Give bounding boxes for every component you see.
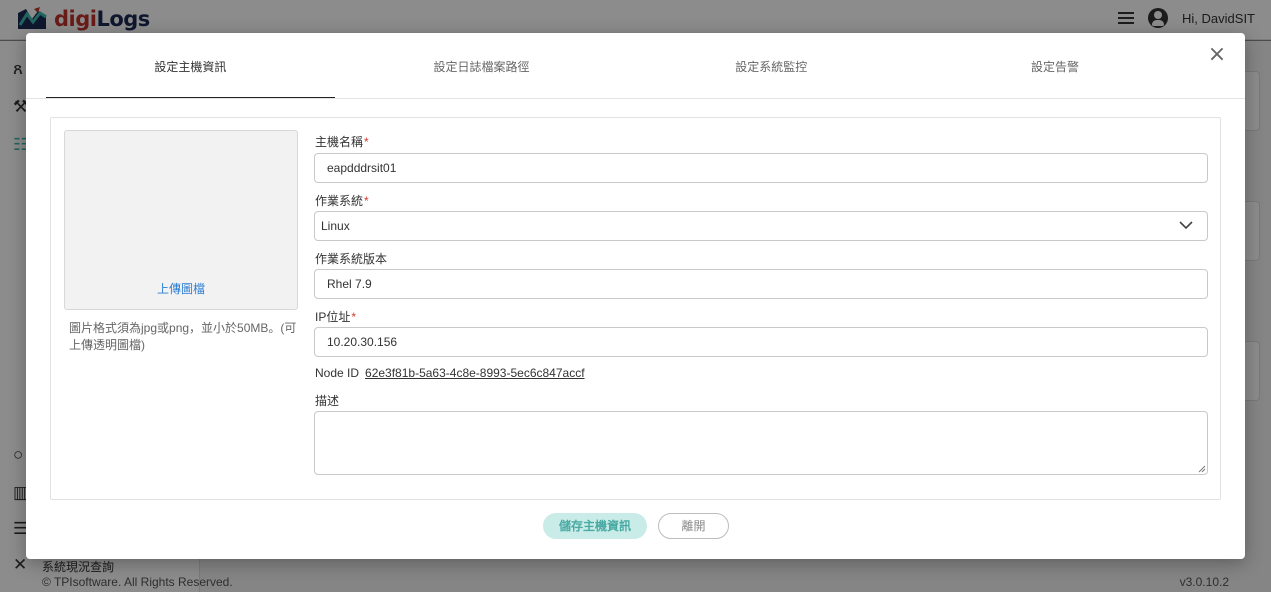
modal-tabs: 設定主機資訊 設定日誌檔案路徑 設定系統監控 設定告警 xyxy=(46,33,1196,99)
os-label: 作業系統* xyxy=(315,192,369,209)
ip-label-text: IP位址 xyxy=(315,310,351,324)
os-select-value: Linux xyxy=(321,219,350,233)
description-label: 描述 xyxy=(315,394,340,408)
os-label-text: 作業系統 xyxy=(315,194,364,208)
required-mark: * xyxy=(364,194,369,208)
ip-label: IP位址* xyxy=(315,308,356,325)
os-version-label: 作業系統版本 xyxy=(315,252,388,266)
tab-host-info[interactable]: 設定主機資訊 xyxy=(46,33,335,99)
save-host-info-button[interactable]: 儲存主機資訊 xyxy=(543,513,647,539)
resize-grip-icon[interactable] xyxy=(1198,465,1206,473)
description-textarea[interactable] xyxy=(314,411,1208,475)
required-mark: * xyxy=(364,135,369,149)
ip-address-input[interactable] xyxy=(314,327,1208,357)
tabs-divider xyxy=(26,98,1245,99)
hostname-label-text: 主機名稱 xyxy=(315,135,364,149)
os-select[interactable]: Linux xyxy=(314,211,1208,241)
hostname-label: 主機名稱* xyxy=(315,133,369,150)
node-id-row: Node ID 62e3f81b-5a63-4c8e-8993-5ec6c847a… xyxy=(315,366,585,380)
tab-alerts[interactable]: 設定告警 xyxy=(914,33,1196,98)
tab-log-file-path[interactable]: 設定日誌檔案路徑 xyxy=(335,33,629,98)
host-settings-modal: 設定主機資訊 設定日誌檔案路徑 設定系統監控 設定告警 × 上傳圖檔 圖片格式須… xyxy=(26,33,1245,559)
chevron-down-icon xyxy=(1179,221,1193,230)
upload-image-link[interactable]: 上傳圖檔 xyxy=(65,280,297,297)
host-form-panel: 上傳圖檔 圖片格式須為jpg或png，並小於50MB。(可上傳透明圖檔) 主機名… xyxy=(50,117,1221,500)
tab-system-monitor[interactable]: 設定系統監控 xyxy=(628,33,914,98)
os-version-input[interactable] xyxy=(314,269,1208,299)
leave-button[interactable]: 離開 xyxy=(658,513,729,539)
hostname-input[interactable] xyxy=(314,153,1208,183)
close-icon[interactable]: × xyxy=(1207,44,1227,66)
node-id-link[interactable]: 62e3f81b-5a63-4c8e-8993-5ec6c847accf xyxy=(365,366,585,380)
node-id-label: Node ID xyxy=(315,366,360,380)
upload-hint-text: 圖片格式須為jpg或png，並小於50MB。(可上傳透明圖檔) xyxy=(69,321,297,352)
image-upload-area[interactable]: 上傳圖檔 xyxy=(64,130,298,310)
required-mark: * xyxy=(351,310,357,324)
